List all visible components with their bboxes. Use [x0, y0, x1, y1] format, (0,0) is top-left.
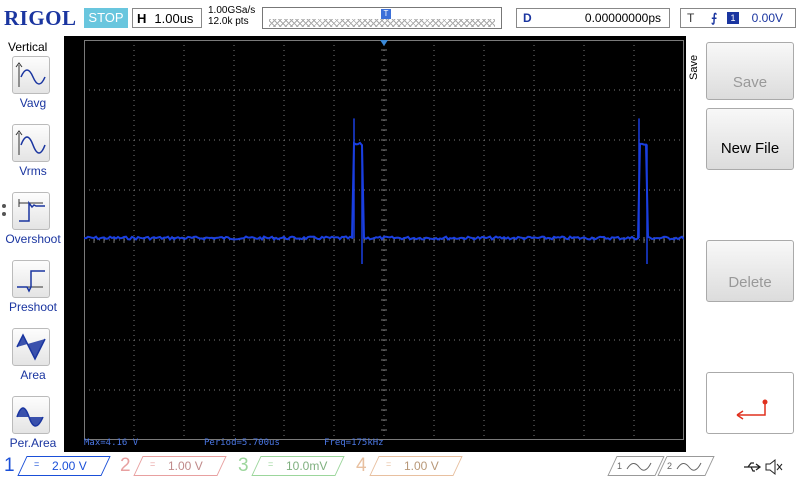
waveform-canvas [84, 40, 684, 440]
per-area-label: Per.Area [9, 436, 57, 450]
vrms-icon [12, 124, 50, 162]
channel-4-box[interactable]: 4 = 1.00 V [352, 454, 463, 478]
trigger-source-badge: 1 [727, 12, 739, 24]
delete-label: Delete [728, 274, 772, 291]
scroll-dot [2, 204, 6, 208]
sine-icon [676, 462, 702, 471]
return-button[interactable] [706, 372, 794, 434]
timebase-box[interactable]: H 1.00us [132, 8, 202, 28]
preshoot-icon [12, 260, 50, 298]
preshoot-label: Preshoot [8, 300, 58, 314]
trigger-level: 0.00V [751, 11, 783, 25]
delete-button[interactable]: Delete [706, 240, 794, 302]
dc-coupling-icon: = [150, 459, 156, 469]
trigger-box[interactable]: T ⨍ 1 0.00V [680, 8, 796, 28]
per-area-icon [12, 396, 50, 434]
vavg-label: Vavg [19, 96, 47, 110]
new-file-button[interactable]: New File [706, 108, 794, 170]
channel-1-box[interactable]: 1 = 2.00 V [0, 454, 111, 478]
measure-area-button[interactable]: Area [10, 328, 62, 386]
measure-max: Max=4.16 V [84, 438, 139, 448]
new-file-label: New File [720, 140, 780, 157]
dc-coupling-icon: = [268, 459, 274, 469]
sample-info: 1.00GSa/s 12.0k pts [208, 5, 255, 27]
top-status-bar: RIGOL STOP H 1.00us 1.00GSa/s 12.0k pts T… [0, 0, 800, 36]
delay-label: D [523, 11, 532, 25]
trigger-label: T [687, 11, 695, 25]
trigger-time-marker [380, 40, 388, 46]
usb-icon [744, 462, 762, 472]
sine-icon [626, 462, 652, 471]
save-label: Save [732, 74, 768, 91]
vrms-label: Vrms [19, 164, 47, 178]
measure-freq: Freq=175kHz [324, 438, 384, 448]
channel-number: 2 [120, 455, 131, 476]
menu-title: Vertical [8, 40, 48, 54]
measure-period: Period=5.700us [204, 438, 280, 448]
timebase-label: H [137, 11, 147, 26]
vavg-icon [12, 56, 50, 94]
rising-edge-icon: ⨍ [711, 11, 718, 25]
overshoot-label: Overshoot [5, 232, 61, 246]
area-label: Area [20, 368, 46, 382]
measure-vavg-button[interactable]: Vavg [10, 56, 62, 114]
brand-logo: RIGOL [4, 6, 77, 30]
channel-scale: 2.00 V [52, 459, 87, 473]
sample-rate: 1.00GSa/s [208, 5, 256, 16]
channel-scale: 1.00 V [168, 459, 203, 473]
vertical-measure-menu: Vertical Vavg Vrms Overshoot Preshoot Ar… [0, 36, 64, 452]
measure-preshoot-button[interactable]: Preshoot [9, 260, 62, 318]
dc-coupling-icon: = [34, 459, 40, 469]
save-menu: Save Save New File Delete [686, 36, 800, 452]
channel-number: 1 [4, 455, 15, 476]
memory-depth: 12.0k pts [208, 16, 249, 27]
channel-bar: 1 = 2.00 V 2 = 1.00 V 3 = 10.0mV 4 = 1.0… [0, 452, 800, 480]
channel-scale: 10.0mV [286, 459, 328, 473]
delay-box[interactable]: D 0.00000000ps [516, 8, 670, 28]
channel-number: 4 [356, 455, 367, 476]
trigger-position-marker: T [381, 9, 391, 19]
measure-vrms-button[interactable]: Vrms [10, 124, 62, 182]
channel-scale: 1.00 V [404, 459, 439, 473]
memory-overview[interactable]: T [262, 7, 502, 29]
channel-3-box[interactable]: 3 = 10.0mV [234, 454, 345, 478]
dc-coupling-icon: = [386, 459, 392, 469]
save-button[interactable]: Save [706, 42, 794, 100]
menu-title: Save [688, 54, 700, 80]
measure-overshoot-button[interactable]: Overshoot [5, 192, 62, 250]
measure-per-area-button[interactable]: Per.Area [10, 396, 62, 454]
scroll-dot [2, 212, 6, 216]
run-stop-indicator[interactable]: STOP [84, 8, 128, 28]
waveform-display[interactable] [84, 40, 684, 440]
area-icon [12, 328, 50, 366]
memory-waveform-icon [269, 19, 495, 27]
timebase-value: 1.00us [154, 11, 194, 26]
return-icon [736, 399, 768, 420]
speaker-muted-icon[interactable] [764, 458, 784, 476]
overshoot-icon [12, 192, 50, 230]
channel-2-box[interactable]: 2 = 1.00 V [116, 454, 227, 478]
channel-number: 3 [238, 455, 249, 476]
delay-value: 0.00000000ps [584, 11, 661, 25]
math-1-button[interactable]: 1 [607, 456, 665, 476]
math-2-button[interactable]: 2 [657, 456, 715, 476]
